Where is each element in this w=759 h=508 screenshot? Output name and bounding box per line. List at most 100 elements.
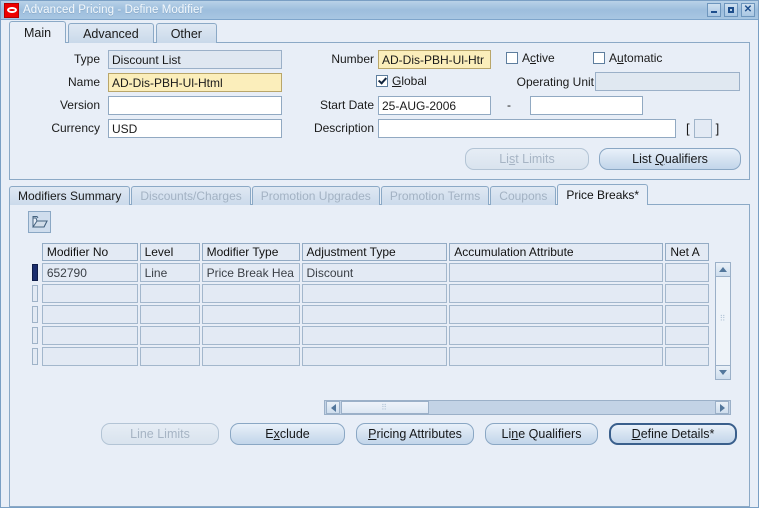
scroll-right-arrow-icon[interactable] xyxy=(715,401,729,414)
dff-box[interactable] xyxy=(693,119,712,138)
cell-modifier-no[interactable] xyxy=(41,305,138,324)
descriptive-flexfield[interactable]: [ ] xyxy=(686,119,719,138)
cell-net-amount[interactable] xyxy=(665,326,709,345)
scroll-left-arrow-icon[interactable] xyxy=(326,401,340,414)
cell-modifier-type[interactable] xyxy=(201,326,300,345)
active-checkbox-group[interactable]: Active xyxy=(506,51,555,65)
tab-other[interactable]: Other xyxy=(155,23,217,43)
table-row[interactable] xyxy=(30,347,709,366)
name-field[interactable] xyxy=(108,73,282,92)
hscroll-thumb[interactable]: ⠿ xyxy=(341,401,429,414)
line-qualifiers-button[interactable]: Line Qualifiers xyxy=(485,423,598,445)
currency-field[interactable] xyxy=(108,119,282,138)
end-date-field[interactable] xyxy=(530,96,643,115)
row-selector[interactable] xyxy=(30,347,40,366)
tab-price-breaks[interactable]: Price Breaks* xyxy=(557,184,649,205)
cell-adjustment-type[interactable] xyxy=(301,347,448,366)
column-header-level[interactable]: Level xyxy=(139,243,200,261)
automatic-checkbox[interactable] xyxy=(593,52,605,64)
open-folder-icon[interactable] xyxy=(28,211,51,233)
maximize-button[interactable] xyxy=(724,3,738,17)
grid-horizontal-scrollbar[interactable]: ⠿ xyxy=(324,400,731,415)
cell-accumulation-attribute[interactable] xyxy=(449,284,664,303)
application-window: Advanced Pricing - Define Modifier ✕ Mai… xyxy=(0,0,759,508)
row-selector[interactable] xyxy=(30,326,40,345)
cell-adjustment-type[interactable] xyxy=(301,326,448,345)
tab-modifiers-summary[interactable]: Modifiers Summary xyxy=(9,186,131,205)
active-label: Active xyxy=(522,51,555,65)
close-button[interactable]: ✕ xyxy=(741,3,755,17)
list-limits-button[interactable]: List Limits xyxy=(465,148,589,170)
cell-level[interactable] xyxy=(139,305,200,324)
global-checkbox[interactable] xyxy=(376,75,388,87)
tab-advanced[interactable]: Advanced xyxy=(68,23,154,43)
grid-horizontal-scroll-container: ⠿ xyxy=(28,400,731,415)
cell-accumulation-attribute[interactable] xyxy=(449,347,664,366)
tab-main-label: Main xyxy=(24,25,52,40)
cell-modifier-no[interactable] xyxy=(41,347,138,366)
minimize-button[interactable] xyxy=(707,3,721,17)
pricing-attributes-button[interactable]: Pricing Attributes xyxy=(356,423,474,445)
column-header-adjustment-type[interactable]: Adjustment Type xyxy=(301,243,448,261)
cell-modifier-type[interactable] xyxy=(201,347,300,366)
define-details-button[interactable]: Define Details* xyxy=(609,423,737,445)
row-selector[interactable] xyxy=(30,284,40,303)
table-row[interactable] xyxy=(30,284,709,303)
cell-level[interactable] xyxy=(139,326,200,345)
table-row[interactable] xyxy=(30,326,709,345)
main-tab-strip: Main Advanced Other xyxy=(1,20,758,43)
number-field[interactable] xyxy=(378,50,491,69)
row-selector[interactable] xyxy=(30,263,40,282)
start-date-field[interactable] xyxy=(378,96,491,115)
vscroll-thumb[interactable]: ⠿ xyxy=(716,302,730,336)
tab-discounts-charges[interactable]: Discounts/Charges xyxy=(131,186,251,205)
tab-promotion-upgrades[interactable]: Promotion Upgrades xyxy=(251,186,380,205)
cell-level[interactable] xyxy=(139,347,200,366)
column-header-modifier-type[interactable]: Modifier Type xyxy=(201,243,300,261)
cell-adjustment-type[interactable] xyxy=(301,305,448,324)
type-field[interactable] xyxy=(108,50,282,69)
cell-net-amount[interactable] xyxy=(665,347,709,366)
active-checkbox[interactable] xyxy=(506,52,518,64)
cell-accumulation-attribute[interactable] xyxy=(449,263,664,282)
cell-level[interactable]: Line xyxy=(139,263,200,282)
description-field[interactable] xyxy=(378,119,676,138)
cell-modifier-no[interactable]: 652790 xyxy=(41,263,138,282)
line-limits-label: Line Limits xyxy=(130,427,190,441)
cell-modifier-type[interactable]: Price Break Hea xyxy=(201,263,300,282)
tab-discounts-charges-label: Discounts/Charges xyxy=(140,189,242,203)
cell-modifier-no[interactable] xyxy=(41,326,138,345)
grid-vertical-scrollbar[interactable]: ⠿ xyxy=(715,262,731,380)
global-checkbox-group[interactable]: Global xyxy=(376,74,427,88)
cell-accumulation-attribute[interactable] xyxy=(449,305,664,324)
table-row[interactable] xyxy=(30,305,709,324)
table-body: 652790 Line Price Break Hea Discount xyxy=(30,263,709,366)
cell-adjustment-type[interactable] xyxy=(301,284,448,303)
cell-modifier-type[interactable] xyxy=(201,284,300,303)
cell-adjustment-type[interactable]: Discount xyxy=(301,263,448,282)
column-header-modifier-no[interactable]: Modifier No xyxy=(41,243,138,261)
cell-net-amount[interactable] xyxy=(665,305,709,324)
cell-net-amount[interactable] xyxy=(665,263,709,282)
cell-modifier-no[interactable] xyxy=(41,284,138,303)
exclude-button[interactable]: Exclude xyxy=(230,423,345,445)
row-selector[interactable] xyxy=(30,305,40,324)
cell-modifier-type[interactable] xyxy=(201,305,300,324)
tab-promotion-terms[interactable]: Promotion Terms xyxy=(380,186,490,205)
column-header-accumulation-attribute[interactable]: Accumulation Attribute xyxy=(449,243,664,261)
table-row[interactable]: 652790 Line Price Break Hea Discount xyxy=(30,263,709,282)
scroll-down-arrow-icon[interactable] xyxy=(716,365,730,379)
cell-accumulation-attribute[interactable] xyxy=(449,326,664,345)
vscroll-track[interactable]: ⠿ xyxy=(716,277,730,365)
column-header-net-amount[interactable]: Net A xyxy=(665,243,709,261)
cell-level[interactable] xyxy=(139,284,200,303)
operating-unit-field[interactable] xyxy=(595,72,740,91)
line-limits-button[interactable]: Line Limits xyxy=(101,423,219,445)
tab-main[interactable]: Main xyxy=(9,21,67,43)
automatic-checkbox-group[interactable]: Automatic xyxy=(593,51,662,65)
tab-coupons[interactable]: Coupons xyxy=(490,186,557,205)
scroll-up-arrow-icon[interactable] xyxy=(716,263,730,277)
list-qualifiers-button[interactable]: List Qualifiers xyxy=(599,148,741,170)
cell-net-amount[interactable] xyxy=(665,284,709,303)
version-field[interactable] xyxy=(108,96,282,115)
